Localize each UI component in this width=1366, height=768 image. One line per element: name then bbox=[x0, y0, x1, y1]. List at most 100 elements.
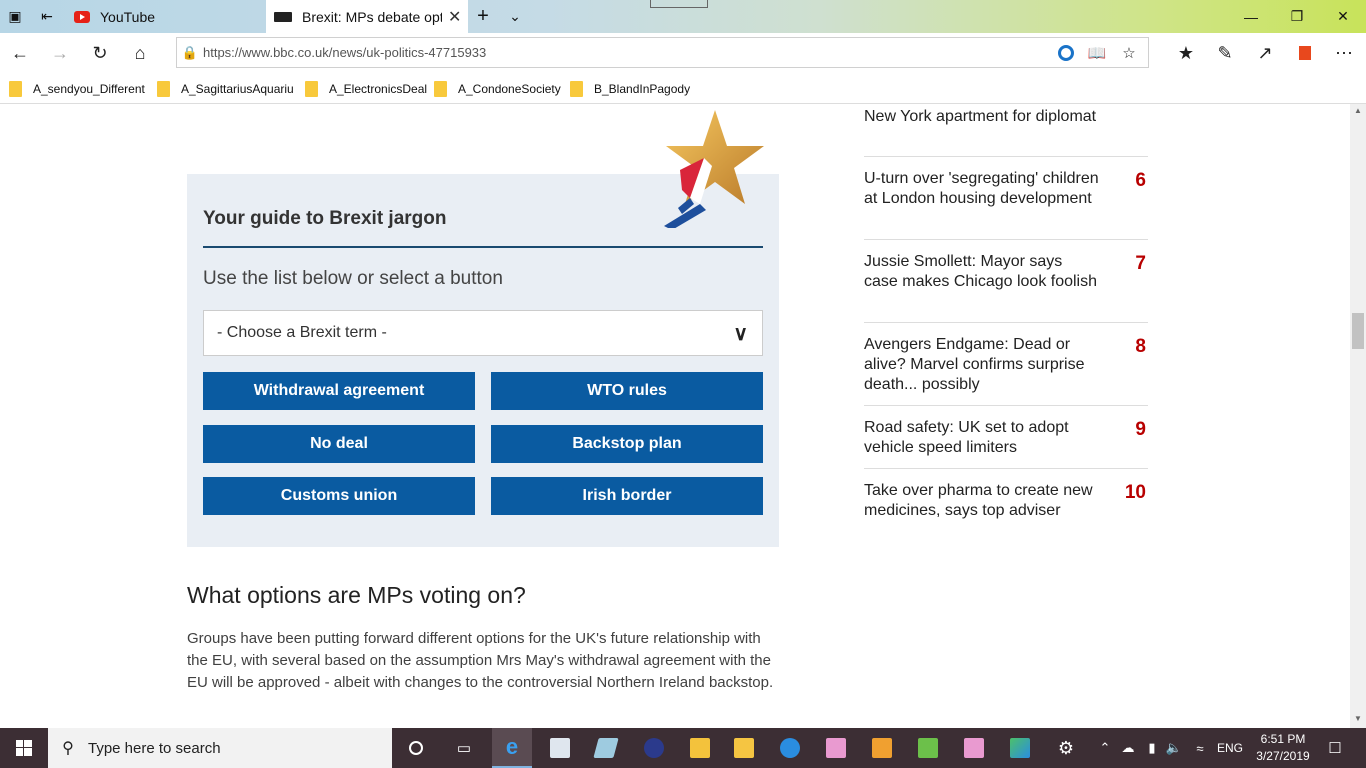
favorite-item[interactable]: A_sendyou_Differentl bbox=[9, 80, 145, 98]
clock[interactable]: 6:51 PM 3/27/2019 bbox=[1250, 731, 1316, 765]
irish-border-button[interactable]: Irish border bbox=[491, 477, 763, 515]
restore-icon[interactable]: ❐ bbox=[1274, 0, 1320, 33]
tab-youtube[interactable]: YouTube bbox=[66, 0, 266, 33]
app-icon[interactable] bbox=[770, 728, 810, 768]
share-icon[interactable]: ↗ bbox=[1253, 41, 1277, 65]
search-icon: ⚲ bbox=[62, 740, 74, 757]
settings-gear-icon[interactable]: ⚙ bbox=[1046, 728, 1086, 768]
reading-view-icon[interactable]: 📖 bbox=[1086, 43, 1108, 63]
app-icon[interactable] bbox=[816, 728, 856, 768]
office-extension-icon[interactable] bbox=[1293, 41, 1317, 65]
page-scrollbar[interactable]: ▲ ▼ bbox=[1350, 104, 1366, 728]
most-read-item[interactable]: New York apartment for diplomat bbox=[864, 106, 1148, 157]
forward-icon[interactable]: → bbox=[48, 41, 72, 65]
task-view-icon[interactable]: ▭ bbox=[444, 728, 484, 768]
bbc-icon bbox=[274, 11, 292, 22]
search-placeholder: Type here to search bbox=[88, 739, 221, 757]
brexit-jargon-guide: Your guide to Brexit jargon Use the list… bbox=[187, 174, 779, 547]
most-read-item[interactable]: Road safety: UK set to adopt vehicle spe… bbox=[864, 406, 1148, 469]
no-deal-button[interactable]: No deal bbox=[203, 425, 475, 463]
most-read-headline[interactable]: Take over pharma to create new medicines… bbox=[864, 481, 1100, 521]
favorite-star-icon[interactable]: ☆ bbox=[1118, 43, 1140, 63]
most-read-headline[interactable]: U-turn over 'segregating' children at Lo… bbox=[864, 169, 1100, 209]
scrollbar-thumb[interactable] bbox=[1352, 313, 1364, 349]
most-read-item[interactable]: Avengers Endgame: Dead or alive? Marvel … bbox=[864, 323, 1148, 406]
most-read-item[interactable]: Jussie Smollett: Mayor says case makes C… bbox=[864, 240, 1148, 323]
scroll-up-icon[interactable]: ▲ bbox=[1354, 106, 1362, 115]
app-icon[interactable] bbox=[634, 728, 674, 768]
favorite-item[interactable]: B_BlandInPagody bbox=[570, 80, 706, 98]
most-read-headline[interactable]: Jussie Smollett: Mayor says case makes C… bbox=[864, 252, 1100, 292]
tab-actions-icon[interactable]: ▣ bbox=[4, 6, 26, 26]
favorite-item[interactable]: A_SagittariusAquariu: bbox=[157, 80, 293, 98]
app-icon[interactable] bbox=[586, 728, 626, 768]
action-center-icon[interactable]: ☐ bbox=[1320, 728, 1350, 768]
wto-rules-button[interactable]: WTO rules bbox=[491, 372, 763, 410]
most-read-headline[interactable]: Road safety: UK set to adopt vehicle spe… bbox=[864, 418, 1100, 458]
lock-icon[interactable]: 🔒 bbox=[177, 45, 203, 61]
cortana-icon[interactable] bbox=[1055, 43, 1077, 63]
cortana-taskbar-icon[interactable] bbox=[396, 728, 436, 768]
start-button[interactable] bbox=[0, 728, 48, 768]
file-explorer-icon[interactable] bbox=[724, 728, 764, 768]
most-read-headline[interactable]: Avengers Endgame: Dead or alive? Marvel … bbox=[864, 335, 1100, 395]
app-icon[interactable] bbox=[540, 728, 580, 768]
app-icon[interactable] bbox=[862, 728, 902, 768]
app-icon[interactable] bbox=[1000, 728, 1040, 768]
drag-region bbox=[650, 0, 708, 8]
withdrawal-agreement-button[interactable]: Withdrawal agreement bbox=[203, 372, 475, 410]
clock-time: 6:51 PM bbox=[1260, 732, 1306, 746]
backstop-plan-button[interactable]: Backstop plan bbox=[491, 425, 763, 463]
new-tab-icon[interactable]: + bbox=[472, 5, 494, 27]
article-paragraph: Groups have been putting forward differe… bbox=[187, 630, 774, 691]
url-text[interactable]: https://www.bbc.co.uk/news/uk-politics-4… bbox=[203, 45, 486, 60]
close-tab-icon[interactable]: ✕ bbox=[448, 7, 461, 27]
app-icon[interactable] bbox=[954, 728, 994, 768]
edge-taskbar-icon[interactable]: e bbox=[492, 728, 532, 768]
rank-number: 9 bbox=[1135, 419, 1146, 440]
app-icon[interactable] bbox=[680, 728, 720, 768]
section-heading: What options are MPs voting on? bbox=[187, 582, 526, 608]
battery-icon[interactable]: ▮ bbox=[1142, 728, 1162, 768]
close-window-icon[interactable]: ✕ bbox=[1320, 0, 1366, 33]
clock-date: 3/27/2019 bbox=[1256, 749, 1310, 763]
home-icon[interactable]: ⌂ bbox=[128, 41, 152, 65]
address-bar[interactable]: 🔒 https://www.bbc.co.uk/news/uk-politics… bbox=[176, 37, 1149, 68]
set-tabs-aside-icon[interactable]: ⇤ bbox=[36, 6, 58, 26]
tab-preview-chevron-icon[interactable]: ⌄ bbox=[504, 6, 526, 26]
app-icon[interactable] bbox=[908, 728, 948, 768]
folder-icon bbox=[305, 81, 318, 97]
windows-logo-icon bbox=[16, 740, 32, 756]
scroll-down-icon[interactable]: ▼ bbox=[1354, 714, 1362, 723]
brexit-term-select[interactable]: - Choose a Brexit term - ∨ bbox=[203, 310, 763, 356]
most-read-item[interactable]: Take over pharma to create new medicines… bbox=[864, 469, 1148, 532]
folder-icon bbox=[157, 81, 170, 97]
favorite-label: A_CondoneSociety bbox=[458, 82, 561, 96]
guide-title: Your guide to Brexit jargon bbox=[203, 208, 447, 229]
favorite-item[interactable]: A_CondoneSociety bbox=[434, 80, 570, 98]
web-note-icon[interactable]: ✎ bbox=[1213, 41, 1237, 65]
brexit-star-logo bbox=[664, 110, 764, 228]
onedrive-icon[interactable]: ☁ bbox=[1118, 728, 1138, 768]
most-read-headline[interactable]: New York apartment for diplomat bbox=[864, 107, 1100, 127]
address-toolbar: ← → ↻ ⌂ 🔒 https://www.bbc.co.uk/news/uk-… bbox=[0, 33, 1366, 73]
refresh-icon[interactable]: ↻ bbox=[88, 41, 112, 65]
language-indicator[interactable]: ENG bbox=[1214, 728, 1246, 768]
folder-icon bbox=[434, 81, 447, 97]
volume-icon[interactable]: 🔈 bbox=[1164, 728, 1184, 768]
most-read-item[interactable]: U-turn over 'segregating' children at Lo… bbox=[864, 157, 1148, 240]
folder-icon bbox=[9, 81, 22, 97]
customs-union-button[interactable]: Customs union bbox=[203, 477, 475, 515]
minimize-icon[interactable]: — bbox=[1228, 0, 1274, 33]
tab-bbc-brexit[interactable]: Brexit: MPs debate opti ✕ bbox=[266, 0, 468, 33]
guide-subtitle: Use the list below or select a button bbox=[203, 268, 503, 289]
back-icon[interactable]: ← bbox=[8, 41, 32, 65]
tab-title: YouTube bbox=[100, 8, 156, 25]
favorites-hub-icon[interactable]: ★ bbox=[1174, 41, 1198, 65]
chevron-down-icon: ∨ bbox=[733, 323, 748, 345]
show-hidden-icons-icon[interactable]: ⌃ bbox=[1096, 728, 1114, 768]
taskbar-search[interactable]: ⚲ Type here to search bbox=[48, 728, 392, 768]
more-icon[interactable]: ⋯ bbox=[1332, 41, 1356, 65]
network-icon[interactable]: ≈ bbox=[1190, 728, 1210, 768]
favorite-item[interactable]: A_ElectronicsDeal bbox=[305, 80, 441, 98]
